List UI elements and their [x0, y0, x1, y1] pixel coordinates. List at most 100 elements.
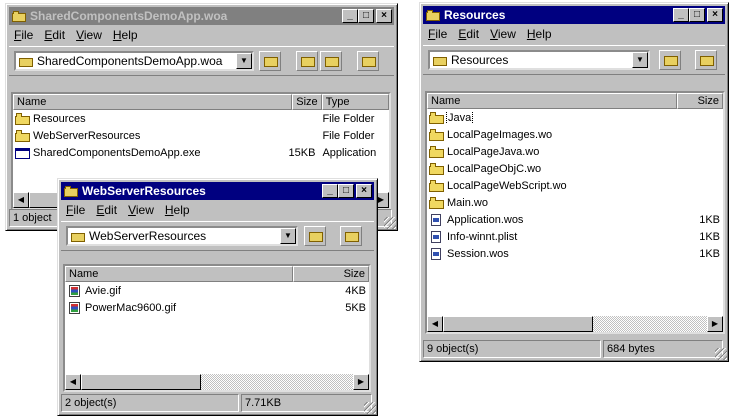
menu-view[interactable]: View: [128, 203, 154, 217]
list-item[interactable]: Main.wo: [427, 194, 723, 211]
list-item[interactable]: Resources File Folder: [13, 110, 389, 127]
maximize-button[interactable]: □: [358, 9, 374, 23]
scroll-thumb[interactable]: [443, 316, 593, 332]
list-item[interactable]: LocalPageObjC.wo: [427, 160, 723, 177]
column-header-size[interactable]: Size: [291, 94, 322, 110]
close-button[interactable]: ×: [356, 184, 372, 198]
folder-icon: [15, 112, 30, 125]
minimize-button[interactable]: _: [322, 184, 338, 198]
address-combo[interactable]: SharedComponentsDemoApp.woa ▼: [14, 51, 254, 71]
file-list[interactable]: Name Size Avie.gif 4KB PowerMac9600.gif …: [63, 264, 371, 392]
application-icon: [15, 147, 30, 159]
item-name: LocalPageJava.wo: [447, 145, 540, 158]
item-size: 1KB: [699, 213, 720, 226]
list-item[interactable]: SharedComponentsDemoApp.exe 15KB Applica…: [13, 144, 389, 161]
menu-edit[interactable]: Edit: [96, 203, 117, 217]
scroll-left-button[interactable]: ◀: [427, 316, 443, 332]
scroll-right-button[interactable]: ▶: [353, 374, 369, 390]
dropdown-arrow-icon[interactable]: ▼: [236, 53, 252, 69]
scroll-right-button[interactable]: ▶: [707, 316, 723, 332]
menu-file[interactable]: File: [14, 28, 33, 42]
column-header-name[interactable]: Name: [13, 94, 292, 110]
menu-file[interactable]: File: [66, 203, 85, 217]
maximize-button[interactable]: □: [338, 184, 354, 198]
list-item[interactable]: LocalPageWebScript.wo: [427, 177, 723, 194]
item-name: Session.wos: [447, 247, 509, 260]
close-button[interactable]: ×: [376, 9, 392, 23]
up-folder-button[interactable]: [304, 226, 326, 246]
status-size: 684 bytes: [603, 340, 723, 358]
dropdown-arrow-icon[interactable]: ▼: [280, 228, 296, 244]
status-bar: 2 object(s) 7.71KB: [61, 394, 374, 412]
item-name: Application.wos: [447, 213, 524, 226]
menu-file[interactable]: File: [428, 27, 447, 41]
scroll-left-button[interactable]: ◀: [13, 192, 29, 208]
horizontal-scrollbar[interactable]: ◀ ▶: [427, 316, 723, 332]
list-item[interactable]: PowerMac9600.gif 5KB: [65, 299, 369, 316]
column-header-size[interactable]: Size: [677, 93, 723, 109]
cut-button[interactable]: [357, 51, 379, 71]
toolbar: SharedComponentsDemoApp.woa ▼: [9, 46, 394, 76]
column-header-name[interactable]: Name: [427, 93, 677, 109]
scroll-track[interactable]: [443, 316, 707, 332]
close-button[interactable]: ×: [707, 8, 723, 22]
map-drive-button[interactable]: [296, 51, 318, 71]
horizontal-scrollbar[interactable]: ◀ ▶: [65, 374, 369, 390]
webserver-resources-window[interactable]: WebServerResources _ □ × File Edit View …: [57, 178, 378, 416]
map-drive-button[interactable]: [695, 50, 717, 70]
item-size: 5KB: [345, 301, 366, 314]
resize-grip[interactable]: [364, 402, 376, 414]
list-item[interactable]: Info-winnt.plist 1KB: [427, 228, 723, 245]
resize-grip[interactable]: [384, 217, 396, 229]
resize-grip[interactable]: [715, 348, 727, 360]
up-folder-button[interactable]: [259, 51, 281, 71]
map-drive-button[interactable]: [340, 226, 362, 246]
folder-icon: [71, 231, 85, 242]
list-item[interactable]: Java: [427, 109, 723, 126]
list-item[interactable]: WebServerResources File Folder: [13, 127, 389, 144]
title-bar[interactable]: WebServerResources _ □ ×: [61, 182, 374, 200]
item-size: 4KB: [345, 284, 366, 297]
minimize-button[interactable]: _: [342, 9, 358, 23]
menu-view[interactable]: View: [490, 27, 516, 41]
scroll-track[interactable]: [81, 374, 353, 390]
folder-icon: [429, 162, 444, 175]
scroll-thumb[interactable]: [81, 374, 201, 390]
list-item[interactable]: LocalPageImages.wo: [427, 126, 723, 143]
disconnect-drive-button[interactable]: [320, 51, 342, 71]
list-item[interactable]: Session.wos 1KB: [427, 245, 723, 262]
folder-icon: [64, 185, 78, 197]
item-name: Info-winnt.plist: [447, 230, 518, 243]
dropdown-arrow-icon[interactable]: ▼: [632, 52, 648, 68]
list-item[interactable]: Avie.gif 4KB: [65, 282, 369, 299]
address-combo[interactable]: Resources ▼: [428, 50, 650, 70]
minimize-button[interactable]: _: [673, 8, 689, 22]
menu-view[interactable]: View: [76, 28, 102, 42]
up-folder-button[interactable]: [659, 50, 681, 70]
scroll-left-button[interactable]: ◀: [65, 374, 81, 390]
item-type: File Folder: [322, 129, 375, 142]
maximize-button[interactable]: □: [689, 8, 705, 22]
column-header-name[interactable]: Name: [65, 266, 293, 282]
title-bar[interactable]: SharedComponentsDemoApp.woa _ □ ×: [9, 7, 394, 25]
item-name: PowerMac9600.gif: [85, 301, 177, 314]
menu-edit[interactable]: Edit: [44, 28, 65, 42]
address-combo[interactable]: WebServerResources ▼: [66, 226, 298, 246]
title-bar[interactable]: Resources _ □ ×: [423, 6, 725, 24]
menu-edit[interactable]: Edit: [458, 27, 479, 41]
list-item[interactable]: Application.wos 1KB: [427, 211, 723, 228]
resources-window[interactable]: Resources _ □ × File Edit View Help Reso…: [419, 2, 729, 362]
file-icon: [429, 213, 444, 226]
menu-help[interactable]: Help: [527, 27, 552, 41]
column-header-size[interactable]: Size: [293, 266, 369, 282]
list-item[interactable]: LocalPageJava.wo: [427, 143, 723, 160]
menu-help[interactable]: Help: [113, 28, 138, 42]
file-icon: [429, 247, 444, 260]
item-name: LocalPageWebScript.wo: [447, 179, 567, 192]
menu-help[interactable]: Help: [165, 203, 190, 217]
item-name: LocalPageObjC.wo: [447, 162, 542, 175]
file-list[interactable]: Name Size Java LocalPageImages.wo LocalP…: [425, 91, 725, 334]
folder-icon: [15, 129, 30, 142]
folder-icon: [19, 56, 33, 67]
column-header-type[interactable]: Type: [321, 94, 389, 110]
